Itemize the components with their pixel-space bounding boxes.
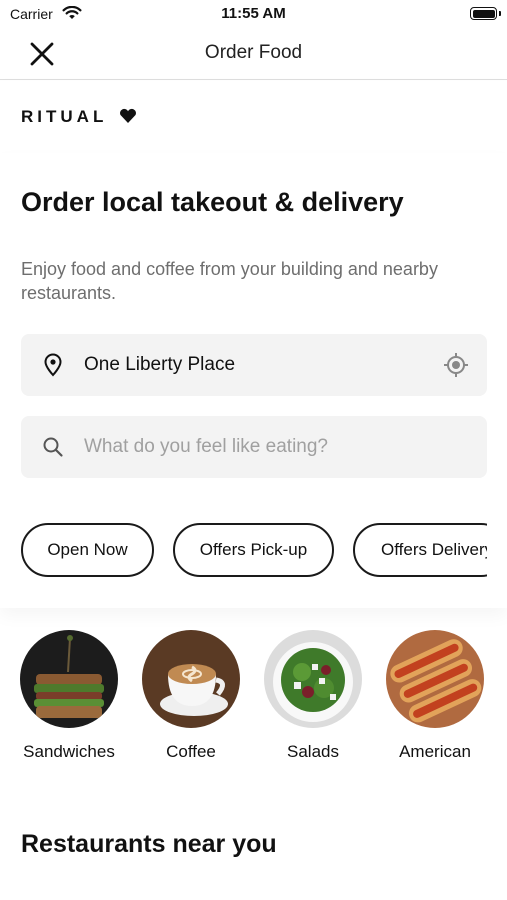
hero-subtitle: Enjoy food and coffee from your building… (21, 259, 438, 303)
category-label: Sandwiches (23, 742, 115, 761)
category-label: Coffee (166, 742, 216, 761)
category-american[interactable]: American (374, 630, 496, 762)
coffee-image (142, 630, 240, 728)
category-sandwiches[interactable]: Sandwiches (8, 630, 130, 762)
heart-icon (119, 108, 137, 129)
sandwich-image (20, 630, 118, 728)
location-value: One Liberty Place (84, 354, 236, 375)
category-coffee[interactable]: Coffee (130, 630, 252, 762)
american-image (386, 630, 484, 728)
page-title: Order Food (204, 42, 303, 63)
category-carousel: Sandwiches Coffee Salads American (0, 630, 507, 770)
nav-bar: Order Food (0, 28, 507, 80)
category-salads[interactable]: Salads (252, 630, 374, 762)
hero-card: Order local takeout & delivery Enjoy foo… (0, 153, 507, 608)
category-label: Salads (287, 742, 339, 761)
filter-offers-delivery[interactable]: Offers Delivery (353, 523, 487, 577)
search-icon (41, 435, 65, 464)
hero-title: Order local takeout & delivery (21, 187, 404, 217)
salad-image (264, 630, 362, 728)
filter-chips: Open Now Offers Pick-up Offers Delivery (21, 521, 487, 581)
search-input[interactable] (84, 430, 464, 464)
status-bar: Carrier 11:55 AM (0, 0, 507, 28)
brand-bar: RITUAL (0, 81, 507, 153)
filter-open-now[interactable]: Open Now (21, 523, 154, 577)
section-title-restaurants: Restaurants near you (21, 830, 277, 858)
brand-logo: RITUAL (21, 107, 108, 126)
battery-icon (470, 7, 497, 20)
crosshair-icon[interactable] (443, 352, 469, 383)
location-field[interactable]: One Liberty Place (21, 334, 487, 396)
location-pin-icon (41, 353, 65, 382)
search-field[interactable] (21, 416, 487, 478)
category-label: American (399, 742, 471, 761)
clock: 11:55 AM (221, 5, 286, 22)
filter-offers-pickup[interactable]: Offers Pick-up (173, 523, 334, 577)
battery-tip (499, 11, 501, 16)
